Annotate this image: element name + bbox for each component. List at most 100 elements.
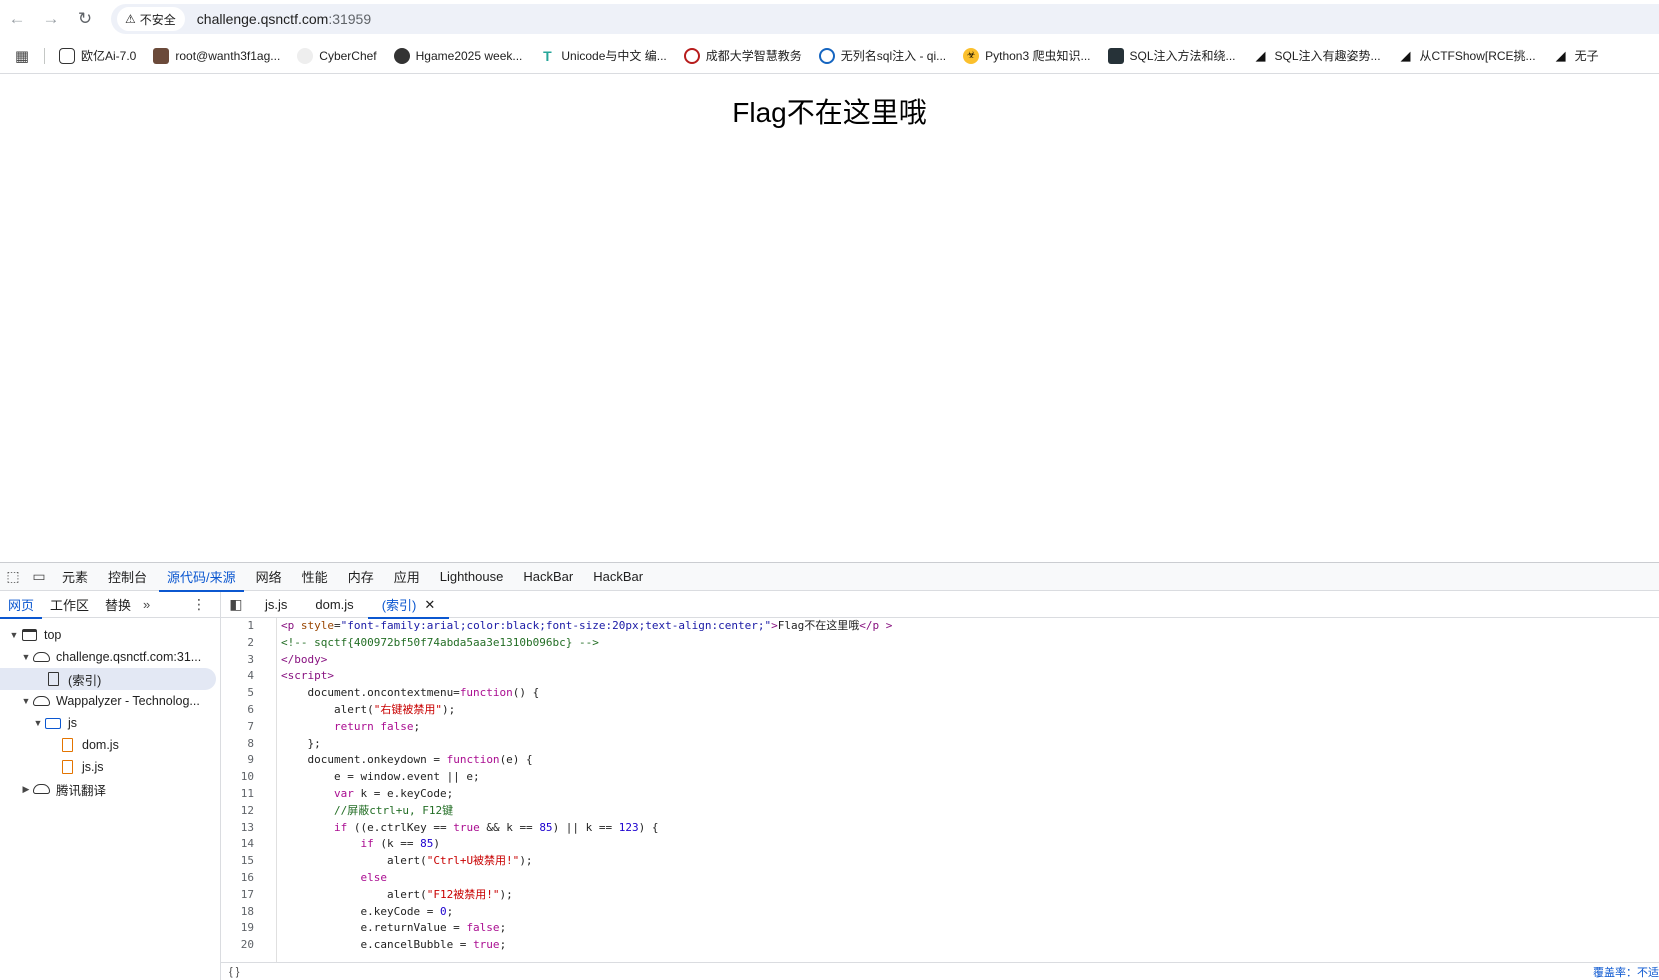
- code-line: alert("F12被禁用!");: [281, 887, 513, 901]
- code-line: alert("右键被禁用");: [281, 702, 456, 716]
- bookmark-item[interactable]: ☣ Python3 爬虫知识...: [963, 47, 1091, 64]
- url-port: :31959: [328, 11, 372, 27]
- back-button[interactable]: ←: [0, 0, 34, 38]
- address-bar[interactable]: ⚠ 不安全 challenge.qsnctf.com:31959: [111, 4, 1659, 34]
- code-line: e = window.event || e;: [281, 770, 480, 784]
- tab-hackbar-2[interactable]: HackBar: [583, 563, 653, 591]
- tree-item-top[interactable]: ▼ top: [0, 624, 220, 646]
- line-number: 11: [240, 786, 254, 800]
- nav-tab-overrides[interactable]: 替换: [97, 592, 139, 618]
- bookmark-item[interactable]: Hgame2025 week...: [393, 47, 523, 64]
- tree-label: Wappalyzer - Technolog...: [56, 694, 200, 708]
- code-line: e.returnValue = false;: [281, 921, 507, 935]
- more-tabs-icon[interactable]: »: [143, 597, 150, 612]
- bookmark-label: 欧亿Ai-7.0: [81, 49, 137, 63]
- close-icon[interactable]: ✕: [424, 597, 435, 613]
- bookmark-item[interactable]: root@wanth3f1ag...: [153, 47, 280, 64]
- tab-network[interactable]: 网络: [246, 563, 292, 591]
- tree-item-translate[interactable]: ▶ 腾讯翻译: [0, 778, 220, 800]
- avatar-icon: [393, 47, 410, 64]
- file-tab-dom-js[interactable]: dom.js: [301, 592, 367, 618]
- bookmark-label: CyberChef: [319, 48, 377, 63]
- line-number: 8: [247, 736, 254, 750]
- bookmark-item[interactable]: 成都大学智慧教务: [683, 47, 802, 64]
- editor-status-bar: { } 覆盖率：不适: [221, 962, 1659, 980]
- line-number: 12: [240, 803, 254, 817]
- code-line: document.onkeydown = function(e) {: [281, 753, 533, 767]
- bookmark-item[interactable]: ◢ SQL注入有趣姿势...: [1253, 47, 1381, 64]
- file-tab-label: (索引): [381, 598, 417, 613]
- code-line: <!-- sqctf{400972bf50f74abda5aa3e1310b09…: [281, 635, 599, 649]
- code-line: var k = e.keyCode;: [333, 786, 454, 800]
- forward-button[interactable]: →: [34, 0, 68, 38]
- file-tab-js-js[interactable]: js.js: [251, 592, 301, 618]
- tree-item-dom-js[interactable]: dom.js: [0, 734, 220, 756]
- bookmark-label: 从CTFShow[RCE挑...: [1419, 49, 1536, 63]
- tab-sources[interactable]: 源代码/来源: [157, 563, 246, 592]
- tree-item-js-js[interactable]: js.js: [0, 756, 220, 778]
- collapse-arrow-icon[interactable]: ▶: [20, 784, 32, 795]
- security-label: 不安全: [139, 12, 176, 27]
- tab-performance[interactable]: 性能: [292, 563, 338, 591]
- reload-icon: ↻: [77, 9, 93, 28]
- inspect-element-icon[interactable]: ⬚: [0, 563, 26, 591]
- line-number: 3: [247, 652, 254, 666]
- bookmark-item[interactable]: ◢ 无子: [1553, 47, 1599, 64]
- apps-grid-icon[interactable]: ▦: [0, 47, 44, 65]
- bookmark-label: 无列名sql注入 - qi...: [840, 49, 947, 63]
- nav-tab-workspace[interactable]: 工作区: [42, 592, 97, 618]
- tree-label: (索引): [68, 673, 102, 688]
- tab-elements[interactable]: 元素: [52, 563, 98, 591]
- tree-item-js-folder[interactable]: ▼ js: [0, 712, 220, 734]
- nav-tab-page[interactable]: 网页: [0, 592, 43, 619]
- expand-arrow-icon[interactable]: ▼: [20, 652, 32, 662]
- bookmark-item[interactable]: 无列名sql注入 - qi...: [818, 47, 947, 64]
- bookmark-item[interactable]: T Unicode与中文 编...: [539, 47, 667, 64]
- tab-application[interactable]: 应用: [384, 563, 430, 591]
- bookmark-label: Hgame2025 week...: [415, 48, 523, 63]
- bookmark-item[interactable]: 欧亿Ai-7.0: [59, 47, 136, 64]
- tree-label: challenge.qsnctf.com:31...: [56, 650, 202, 664]
- line-number: 14: [240, 837, 254, 851]
- expand-arrow-icon[interactable]: ▼: [20, 696, 32, 706]
- url-text[interactable]: challenge.qsnctf.com:31959: [197, 11, 371, 27]
- coverage-status[interactable]: 覆盖率：不适: [1593, 964, 1659, 980]
- kebab-menu-icon[interactable]: ⋮: [192, 596, 206, 613]
- line-number: 15: [240, 854, 254, 868]
- toggle-navigator-icon[interactable]: ◧: [221, 596, 251, 613]
- security-chip[interactable]: ⚠ 不安全: [117, 7, 185, 31]
- chef-hat-icon: [297, 47, 314, 64]
- js-file-icon: [61, 738, 73, 752]
- tree-item-host[interactable]: ▼ challenge.qsnctf.com:31...: [0, 646, 220, 668]
- file-tab-index[interactable]: (索引) ✕: [367, 592, 450, 619]
- tree-item-extension[interactable]: ▼ Wappalyzer - Technolog...: [0, 690, 220, 712]
- code-line: return false;: [333, 719, 421, 733]
- warning-icon: ⚠: [125, 12, 136, 26]
- tab-hackbar[interactable]: HackBar: [513, 563, 583, 591]
- expand-arrow-icon[interactable]: ▼: [32, 718, 44, 728]
- slash-icon: ◢: [1400, 47, 1411, 63]
- tab-console[interactable]: 控制台: [98, 563, 157, 591]
- bookmark-item[interactable]: ◢ 从CTFShow[RCE挑...: [1398, 47, 1536, 64]
- reload-button[interactable]: ↻: [68, 0, 102, 38]
- line-number: 5: [247, 686, 254, 700]
- bookmark-label: SQL注入有趣姿势...: [1274, 49, 1381, 63]
- forward-arrow-icon: →: [42, 9, 60, 28]
- tree-label: top: [44, 628, 62, 642]
- line-number: 9: [247, 753, 254, 767]
- bookmark-label: Unicode与中文 编...: [561, 49, 667, 63]
- tree-item-index[interactable]: (索引): [0, 668, 216, 690]
- bookmark-item[interactable]: CyberChef: [297, 47, 377, 64]
- pretty-print-icon[interactable]: { }: [229, 966, 239, 978]
- code-view[interactable]: 1 2 3 4 5 6 7 8 9 10 11 12 13 14 15 16 1: [221, 618, 1659, 962]
- expand-arrow-icon[interactable]: ▼: [8, 630, 20, 640]
- code-line: <p style="font-family:arial;color:black;…: [281, 619, 893, 632]
- cloud-icon: [32, 652, 50, 662]
- code-line: if (k == 85): [360, 837, 440, 851]
- biohazard-icon: ☣: [963, 47, 980, 64]
- tab-lighthouse[interactable]: Lighthouse: [430, 563, 514, 591]
- tab-memory[interactable]: 内存: [338, 563, 384, 591]
- bookmark-item[interactable]: SQL注入方法和绕...: [1107, 47, 1236, 64]
- device-toolbar-icon[interactable]: ▭: [26, 563, 52, 591]
- devtools-tabbar: ⬚ ▭ 元素 控制台 源代码/来源 网络 性能 内存 应用 Lighthouse…: [0, 563, 1659, 592]
